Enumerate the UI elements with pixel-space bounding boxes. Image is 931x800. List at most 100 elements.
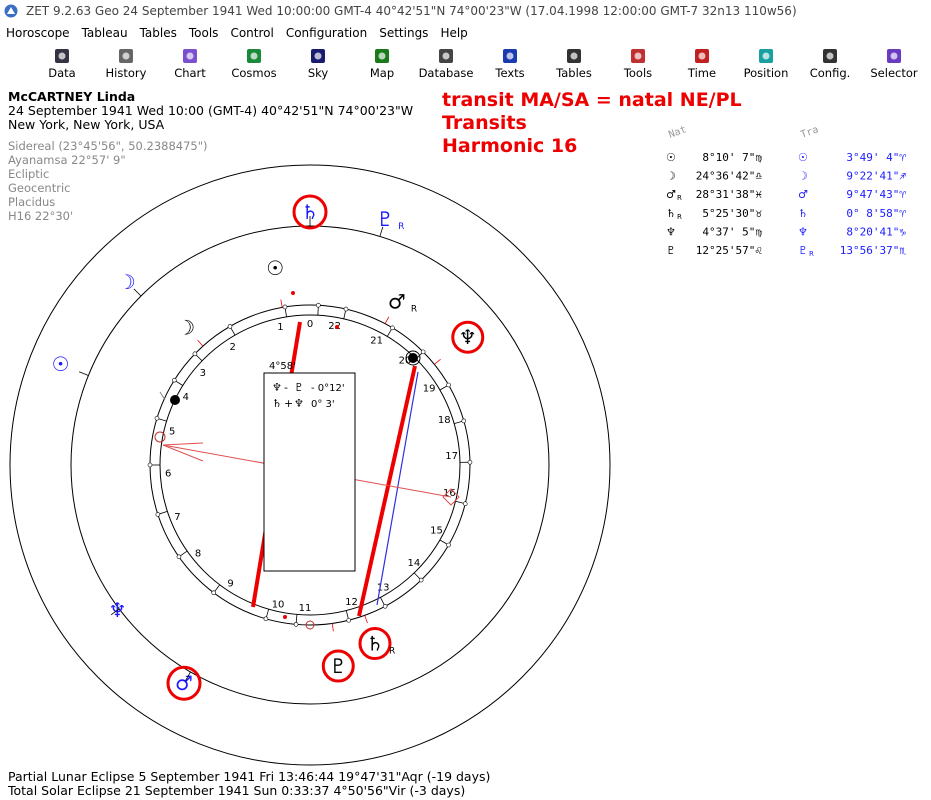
house-tick bbox=[455, 500, 466, 505]
house-number: 7 bbox=[174, 512, 180, 523]
positions-table: Nat Tra ☉ 8°10' 7"♍ ☉ 3°49' 4"♈ ☽ 24°36'42"♎ ☽ 9°… bbox=[662, 122, 922, 266]
house-number: 15 bbox=[430, 525, 443, 536]
house-marker bbox=[346, 617, 352, 623]
transit-planet-glyph[interactable]: ♄ bbox=[301, 200, 319, 224]
toolbar-history-button[interactable]: History bbox=[94, 45, 158, 83]
house-tick bbox=[343, 309, 347, 319]
house-marker bbox=[154, 415, 160, 421]
natal-position: 5°25'30"♉ bbox=[702, 207, 762, 220]
menu-configuration[interactable]: Configuration bbox=[280, 26, 373, 40]
natal-position: 24°36'42"♎ bbox=[696, 170, 763, 183]
transit-planet-glyph[interactable]: ♂ bbox=[175, 671, 193, 695]
planet-pointer bbox=[364, 615, 368, 624]
house-number: 16 bbox=[443, 488, 456, 499]
sky-icon bbox=[311, 49, 325, 63]
menu-tables[interactable]: Tables bbox=[134, 26, 183, 40]
aspect-planet-b: ♇ bbox=[294, 381, 304, 394]
retrograde-mark: R bbox=[411, 305, 417, 315]
house-number: 22 bbox=[328, 321, 341, 332]
transit-planet-glyph[interactable]: ☉ bbox=[52, 352, 70, 376]
toolbar-database-button[interactable]: Database bbox=[414, 45, 478, 83]
transit-planet-glyph[interactable]: ♆ bbox=[109, 598, 127, 622]
cosmos-icon bbox=[247, 49, 261, 63]
midpoint-label: 4°58' bbox=[269, 361, 296, 372]
toolbar-label: Config. bbox=[809, 66, 851, 80]
toolbar-time-button[interactable]: Time bbox=[670, 45, 734, 83]
natal-planet-glyph[interactable]: ♇ bbox=[329, 654, 347, 678]
planet-pointer bbox=[331, 623, 334, 632]
aspect-line-1 bbox=[251, 321, 302, 608]
house-number: 21 bbox=[370, 336, 383, 347]
transit-planet-glyph[interactable]: ☽ bbox=[118, 270, 136, 294]
natal-planet-glyph[interactable]: ☽ bbox=[177, 316, 195, 340]
menu-tableau[interactable]: Tableau bbox=[76, 26, 134, 40]
menu-tools[interactable]: Tools bbox=[183, 26, 225, 40]
toolbar-label: Database bbox=[418, 66, 474, 80]
highlight-circle bbox=[358, 627, 392, 661]
transit-position: 8°20'41"♑ bbox=[846, 225, 906, 238]
natal-position: 28°31'38"♓ bbox=[696, 188, 763, 201]
toolbar-position-button[interactable]: Position bbox=[734, 45, 798, 83]
setting-line: Ayanamsa 22°57' 9" bbox=[8, 153, 126, 167]
house-marker bbox=[446, 382, 451, 388]
house-tick bbox=[345, 610, 350, 621]
natal-planet-symbol: ☽ bbox=[666, 170, 676, 183]
birth-place: New York, New York, USA bbox=[8, 117, 165, 132]
transit-planet-symbol: ♇ bbox=[798, 244, 808, 257]
toolbar-selector-button[interactable]: Selector bbox=[862, 45, 926, 83]
history-icon bbox=[119, 49, 133, 63]
map-icon bbox=[375, 49, 389, 63]
toolbar-sky-button[interactable]: Sky bbox=[286, 45, 350, 83]
planet-dot bbox=[170, 395, 180, 405]
toolbar-data-button[interactable]: Data bbox=[30, 45, 94, 83]
inner-ring bbox=[149, 304, 471, 626]
toolbar-tables-button[interactable]: Tables bbox=[542, 45, 606, 83]
chart-settings-info: Sidereal (23°45'56", 50.2388475") Ayanams… bbox=[8, 139, 208, 223]
house-number: 17 bbox=[445, 451, 458, 462]
aspect-planet-a: ♄ bbox=[272, 397, 282, 410]
planet-pointer bbox=[133, 288, 142, 297]
aspect-planet-b: ♆ bbox=[294, 397, 304, 410]
toolbar-cosmos-button[interactable]: Cosmos bbox=[222, 45, 286, 83]
menu-control[interactable]: Control bbox=[224, 26, 279, 40]
planet-pointer bbox=[78, 371, 89, 376]
natal-planet-glyph[interactable]: ♂ bbox=[388, 290, 406, 314]
house-marker bbox=[147, 462, 153, 468]
aspect-line-3 bbox=[376, 371, 419, 606]
house-tick bbox=[454, 420, 464, 425]
position-icon bbox=[759, 49, 773, 63]
natal-planet-glyph[interactable]: ☉ bbox=[266, 256, 284, 280]
house-number: 2 bbox=[229, 342, 235, 353]
small-red-dot bbox=[291, 291, 295, 295]
planet-pointer bbox=[185, 671, 191, 681]
database-icon bbox=[439, 49, 453, 63]
house-number: 0 bbox=[307, 319, 313, 330]
natal-planet-glyph[interactable]: ♆ bbox=[459, 325, 477, 349]
house-number: 12 bbox=[345, 597, 358, 608]
small-red-dot bbox=[283, 615, 287, 619]
house-number: 6 bbox=[165, 468, 171, 479]
toolbar-texts-button[interactable]: Texts bbox=[478, 45, 542, 83]
toolbar-map-button[interactable]: Map bbox=[350, 45, 414, 83]
natal-position: 8°10' 7"♍ bbox=[702, 151, 762, 164]
toolbar-label: Data bbox=[48, 66, 76, 80]
house-tick bbox=[415, 351, 424, 360]
toolbar-config-button[interactable]: Config. bbox=[798, 45, 862, 83]
toolbar-chart-button[interactable]: Chart bbox=[158, 45, 222, 83]
toolbar-tools-button[interactable]: Tools bbox=[606, 45, 670, 83]
planet-pointer bbox=[434, 358, 441, 365]
menu-settings[interactable]: Settings bbox=[373, 26, 434, 40]
transit-planet-glyph[interactable]: ♇ bbox=[376, 207, 394, 231]
highlight-circle bbox=[321, 649, 355, 683]
natal-planet-glyph[interactable]: ♄ bbox=[366, 632, 384, 656]
transit-position: 0° 8'58"♈ bbox=[846, 207, 906, 220]
positions-table-grid: Nat Tra ☉ 8°10' 7"♍ ☉ 3°49' 4"♈ ☽ 24°36'42"♎ ☽ 9°… bbox=[666, 124, 906, 258]
middle-ring bbox=[70, 225, 550, 705]
house-tick bbox=[229, 326, 236, 336]
menu-help[interactable]: Help bbox=[434, 26, 473, 40]
natal-planet-symbol: ♇ bbox=[666, 244, 676, 257]
planet-marker bbox=[305, 620, 315, 630]
house-number: 19 bbox=[423, 384, 436, 395]
menu-horoscope[interactable]: Horoscope bbox=[0, 26, 76, 40]
house-number: 10 bbox=[272, 599, 285, 610]
